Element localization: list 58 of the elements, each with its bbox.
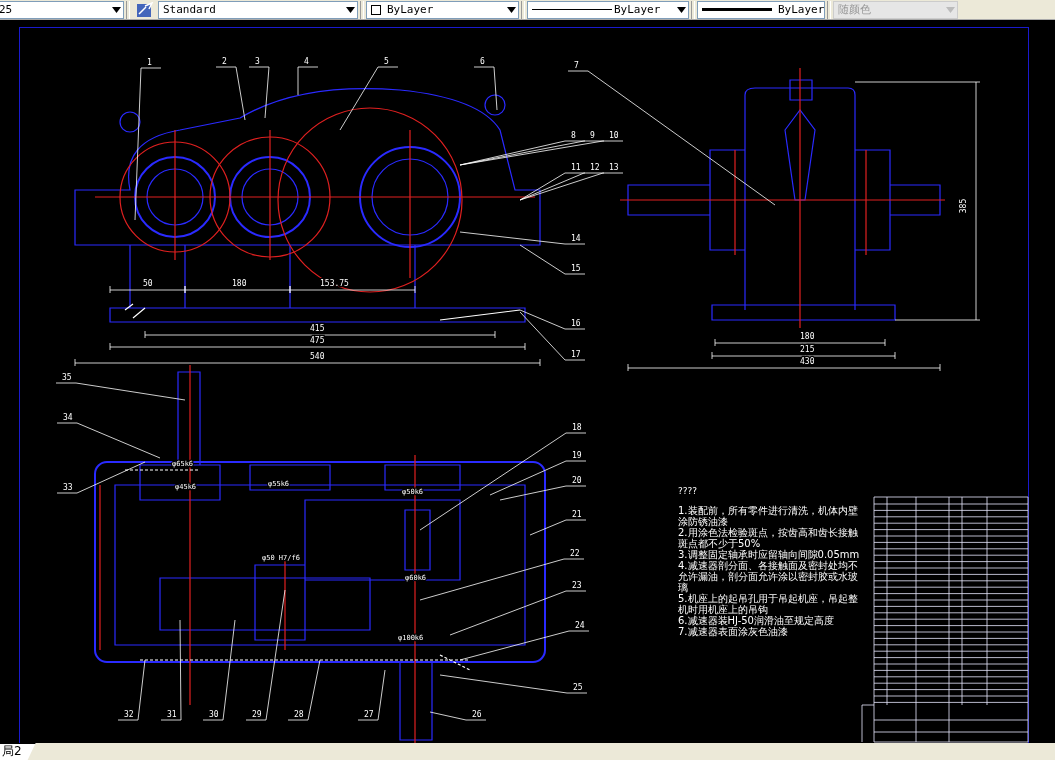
dimension-label: 430 bbox=[800, 357, 815, 366]
dimension-label: 385 bbox=[959, 198, 968, 214]
callout-number: 21 bbox=[572, 510, 582, 519]
callout-number: 33 bbox=[63, 483, 73, 492]
linetype-dropdown[interactable]: ByLayer bbox=[527, 0, 689, 19]
dimension-label: 475 bbox=[310, 336, 325, 345]
dimension-label: 540 bbox=[310, 352, 325, 361]
color-dropdown[interactable]: ByLayer bbox=[366, 0, 519, 19]
callout-number: 4 bbox=[304, 57, 309, 66]
callout-number: 16 bbox=[571, 319, 581, 328]
callout-number: 31 bbox=[167, 710, 177, 719]
callout-number: 13 bbox=[609, 163, 619, 172]
callout-number: 5 bbox=[384, 57, 389, 66]
callout-number: 14 bbox=[571, 234, 581, 243]
callout-number: 6 bbox=[480, 57, 485, 66]
dimension-label: 180 bbox=[232, 279, 247, 288]
callout-number: 27 bbox=[364, 710, 374, 719]
callout-number: 23 bbox=[572, 581, 582, 590]
callout-number: 15 bbox=[571, 264, 581, 273]
callout-number: 18 bbox=[572, 423, 582, 432]
callout-number: 7 bbox=[574, 61, 579, 70]
callout-number: 10 bbox=[609, 131, 619, 140]
technical-note: 2.用涂色法检验斑点，按齿高和齿长接触斑点都不少于50% bbox=[678, 527, 859, 549]
callout-number: 19 bbox=[572, 451, 582, 460]
callout-number: 12 bbox=[590, 163, 600, 172]
callout-number: 34 bbox=[63, 413, 73, 422]
technical-note: 4.减速器剖分面、各接触面及密封处均不允许漏油，剖分面允许涂以密封胶或水玻璃 bbox=[678, 560, 859, 593]
dimension-style-dropdown[interactable]: 25 bbox=[0, 0, 124, 19]
callout-number: 26 bbox=[472, 710, 482, 719]
dimension-label: 180 bbox=[800, 332, 815, 341]
callout-number: 30 bbox=[209, 710, 219, 719]
callout-number: 2 bbox=[222, 57, 227, 66]
callout-number: 35 bbox=[62, 373, 72, 382]
callout-number: 11 bbox=[571, 163, 581, 172]
callout-number: 1 bbox=[147, 58, 152, 67]
notes-title: ???? bbox=[678, 486, 699, 497]
lineweight-dropdown[interactable]: ByLayer bbox=[697, 0, 825, 19]
callout-number: 9 bbox=[590, 131, 595, 140]
technical-note: 5.机座上的起吊孔用于吊起机座，吊起整机时用机座上的吊钩 bbox=[678, 593, 859, 615]
technical-note: 3.调整固定轴承时应留轴向间隙0.05mm bbox=[678, 549, 861, 560]
callout-number: 28 bbox=[294, 710, 304, 719]
layout-tab[interactable]: 局2 bbox=[0, 743, 36, 760]
callout-number: 22 bbox=[570, 549, 580, 558]
dimension-label: 415 bbox=[310, 324, 325, 333]
callout-number: 24 bbox=[575, 621, 585, 630]
callout-number: 25 bbox=[573, 683, 583, 692]
callout-number: 20 bbox=[572, 476, 582, 485]
technical-note: 7.减速器表面涂灰色油漆 bbox=[678, 626, 789, 637]
callout-number: 3 bbox=[255, 57, 260, 66]
technical-note: 1.装配前，所有零件进行清洗，机体内壁涂防锈油漆 bbox=[678, 505, 859, 527]
callout-number: 8 bbox=[571, 131, 576, 140]
callout-number: 32 bbox=[124, 710, 134, 719]
technical-note: 6.减速器装HJ-50润滑油至规定高度 bbox=[678, 615, 835, 626]
callout-number: 17 bbox=[571, 350, 581, 359]
dimension-label: 50 bbox=[143, 279, 153, 288]
dimension-label: 215 bbox=[800, 345, 815, 354]
callout-number: 29 bbox=[252, 710, 262, 719]
text-style-dropdown[interactable]: Standard bbox=[158, 0, 358, 19]
